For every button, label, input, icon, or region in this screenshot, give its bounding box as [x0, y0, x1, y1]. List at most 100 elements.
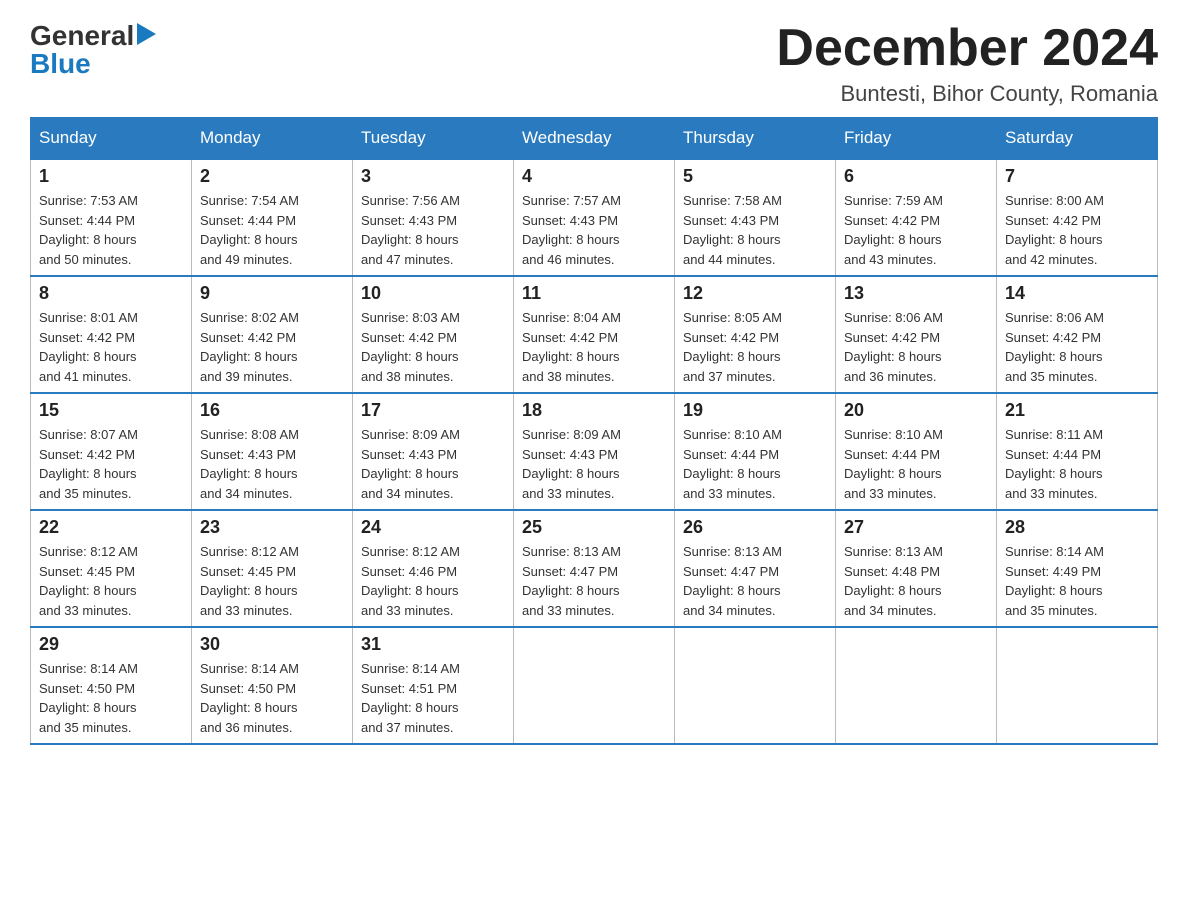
- day-number: 26: [683, 517, 827, 538]
- day-number: 16: [200, 400, 344, 421]
- calendar-cell: 17 Sunrise: 8:09 AMSunset: 4:43 PMDayligh…: [353, 393, 514, 510]
- day-number: 30: [200, 634, 344, 655]
- day-number: 9: [200, 283, 344, 304]
- day-number: 12: [683, 283, 827, 304]
- day-info: Sunrise: 8:14 AMSunset: 4:49 PMDaylight:…: [1005, 542, 1149, 620]
- calendar-week-row: 1Sunrise: 7:53 AMSunset: 4:44 PMDaylight…: [31, 159, 1158, 276]
- day-info: Sunrise: 8:14 AMSunset: 4:50 PMDaylight:…: [39, 659, 183, 737]
- day-number: 23: [200, 517, 344, 538]
- calendar-cell: 12Sunrise: 8:05 AMSunset: 4:42 PMDayligh…: [675, 276, 836, 393]
- calendar-header-monday: Monday: [192, 118, 353, 160]
- calendar-header-tuesday: Tuesday: [353, 118, 514, 160]
- day-number: 7: [1005, 166, 1149, 187]
- calendar-cell: 13 Sunrise: 8:06 AMSunset: 4:42 PMDayligh…: [836, 276, 997, 393]
- calendar-week-row: 22Sunrise: 8:12 AMSunset: 4:45 PMDayligh…: [31, 510, 1158, 627]
- calendar-cell: 27Sunrise: 8:13 AMSunset: 4:48 PMDayligh…: [836, 510, 997, 627]
- calendar-header-saturday: Saturday: [997, 118, 1158, 160]
- day-number: 29: [39, 634, 183, 655]
- calendar-cell: [675, 627, 836, 744]
- day-number: 17: [361, 400, 505, 421]
- calendar-cell: 1Sunrise: 7:53 AMSunset: 4:44 PMDaylight…: [31, 159, 192, 276]
- calendar-cell: 6 Sunrise: 7:59 AMSunset: 4:42 PMDaylight…: [836, 159, 997, 276]
- calendar-cell: 7Sunrise: 8:00 AMSunset: 4:42 PMDaylight…: [997, 159, 1158, 276]
- page-header: General Blue December 2024 Buntesti, Bih…: [30, 20, 1158, 107]
- calendar-cell: 18 Sunrise: 8:09 AMSunset: 4:43 PMDayligh…: [514, 393, 675, 510]
- calendar-cell: 9 Sunrise: 8:02 AMSunset: 4:42 PMDaylight…: [192, 276, 353, 393]
- day-number: 3: [361, 166, 505, 187]
- calendar-cell: 23 Sunrise: 8:12 AMSunset: 4:45 PMDayligh…: [192, 510, 353, 627]
- day-number: 20: [844, 400, 988, 421]
- day-info: Sunrise: 7:58 AMSunset: 4:43 PMDaylight:…: [683, 191, 827, 269]
- calendar-header-friday: Friday: [836, 118, 997, 160]
- title-section: December 2024 Buntesti, Bihor County, Ro…: [776, 20, 1158, 107]
- day-info: Sunrise: 7:59 AMSunset: 4:42 PMDaylight:…: [844, 191, 988, 269]
- calendar-cell: 26 Sunrise: 8:13 AMSunset: 4:47 PMDayligh…: [675, 510, 836, 627]
- day-number: 31: [361, 634, 505, 655]
- calendar-header-thursday: Thursday: [675, 118, 836, 160]
- day-info: Sunrise: 8:10 AMSunset: 4:44 PMDaylight:…: [844, 425, 988, 503]
- calendar-cell: 29 Sunrise: 8:14 AMSunset: 4:50 PMDayligh…: [31, 627, 192, 744]
- day-number: 10: [361, 283, 505, 304]
- calendar-cell: 3 Sunrise: 7:56 AMSunset: 4:43 PMDaylight…: [353, 159, 514, 276]
- calendar-cell: 22Sunrise: 8:12 AMSunset: 4:45 PMDayligh…: [31, 510, 192, 627]
- day-number: 4: [522, 166, 666, 187]
- day-info: Sunrise: 8:12 AMSunset: 4:45 PMDaylight:…: [39, 542, 183, 620]
- day-info: Sunrise: 8:08 AMSunset: 4:43 PMDaylight:…: [200, 425, 344, 503]
- day-info: Sunrise: 8:06 AMSunset: 4:42 PMDaylight:…: [844, 308, 988, 386]
- day-number: 13: [844, 283, 988, 304]
- day-info: Sunrise: 8:10 AMSunset: 4:44 PMDaylight:…: [683, 425, 827, 503]
- day-info: Sunrise: 7:57 AMSunset: 4:43 PMDaylight:…: [522, 191, 666, 269]
- calendar-cell: [836, 627, 997, 744]
- calendar-cell: 30Sunrise: 8:14 AMSunset: 4:50 PMDayligh…: [192, 627, 353, 744]
- day-number: 25: [522, 517, 666, 538]
- day-number: 19: [683, 400, 827, 421]
- day-number: 5: [683, 166, 827, 187]
- day-number: 15: [39, 400, 183, 421]
- day-info: Sunrise: 8:09 AMSunset: 4:43 PMDaylight:…: [361, 425, 505, 503]
- day-number: 8: [39, 283, 183, 304]
- calendar-header-sunday: Sunday: [31, 118, 192, 160]
- calendar-header-wednesday: Wednesday: [514, 118, 675, 160]
- day-info: Sunrise: 8:07 AMSunset: 4:42 PMDaylight:…: [39, 425, 183, 503]
- day-info: Sunrise: 8:13 AMSunset: 4:47 PMDaylight:…: [683, 542, 827, 620]
- day-info: Sunrise: 7:56 AMSunset: 4:43 PMDaylight:…: [361, 191, 505, 269]
- calendar-cell: 20 Sunrise: 8:10 AMSunset: 4:44 PMDayligh…: [836, 393, 997, 510]
- month-title: December 2024: [776, 20, 1158, 77]
- day-info: Sunrise: 8:02 AMSunset: 4:42 PMDaylight:…: [200, 308, 344, 386]
- day-info: Sunrise: 8:14 AMSunset: 4:51 PMDaylight:…: [361, 659, 505, 737]
- calendar-cell: [997, 627, 1158, 744]
- day-info: Sunrise: 7:54 AMSunset: 4:44 PMDaylight:…: [200, 191, 344, 269]
- calendar-week-row: 29 Sunrise: 8:14 AMSunset: 4:50 PMDayligh…: [31, 627, 1158, 744]
- calendar-cell: 16 Sunrise: 8:08 AMSunset: 4:43 PMDayligh…: [192, 393, 353, 510]
- day-info: Sunrise: 8:09 AMSunset: 4:43 PMDaylight:…: [522, 425, 666, 503]
- calendar-cell: 4 Sunrise: 7:57 AMSunset: 4:43 PMDaylight…: [514, 159, 675, 276]
- calendar-cell: 10Sunrise: 8:03 AMSunset: 4:42 PMDayligh…: [353, 276, 514, 393]
- calendar-week-row: 8Sunrise: 8:01 AMSunset: 4:42 PMDaylight…: [31, 276, 1158, 393]
- day-info: Sunrise: 8:04 AMSunset: 4:42 PMDaylight:…: [522, 308, 666, 386]
- day-number: 1: [39, 166, 183, 187]
- calendar-cell: [514, 627, 675, 744]
- day-number: 14: [1005, 283, 1149, 304]
- calendar-cell: 24Sunrise: 8:12 AMSunset: 4:46 PMDayligh…: [353, 510, 514, 627]
- calendar-cell: 15 Sunrise: 8:07 AMSunset: 4:42 PMDayligh…: [31, 393, 192, 510]
- location-title: Buntesti, Bihor County, Romania: [776, 81, 1158, 107]
- calendar-cell: 2 Sunrise: 7:54 AMSunset: 4:44 PMDaylight…: [192, 159, 353, 276]
- calendar-header-row: SundayMondayTuesdayWednesdayThursdayFrid…: [31, 118, 1158, 160]
- day-number: 11: [522, 283, 666, 304]
- calendar-table: SundayMondayTuesdayWednesdayThursdayFrid…: [30, 117, 1158, 745]
- day-info: Sunrise: 8:11 AMSunset: 4:44 PMDaylight:…: [1005, 425, 1149, 503]
- day-info: Sunrise: 8:12 AMSunset: 4:45 PMDaylight:…: [200, 542, 344, 620]
- calendar-cell: 19 Sunrise: 8:10 AMSunset: 4:44 PMDayligh…: [675, 393, 836, 510]
- logo-triangle-icon: [137, 23, 156, 45]
- day-number: 6: [844, 166, 988, 187]
- calendar-cell: 25 Sunrise: 8:13 AMSunset: 4:47 PMDayligh…: [514, 510, 675, 627]
- calendar-cell: 28Sunrise: 8:14 AMSunset: 4:49 PMDayligh…: [997, 510, 1158, 627]
- day-number: 2: [200, 166, 344, 187]
- day-info: Sunrise: 8:13 AMSunset: 4:47 PMDaylight:…: [522, 542, 666, 620]
- day-number: 18: [522, 400, 666, 421]
- calendar-cell: 21Sunrise: 8:11 AMSunset: 4:44 PMDayligh…: [997, 393, 1158, 510]
- day-info: Sunrise: 8:12 AMSunset: 4:46 PMDaylight:…: [361, 542, 505, 620]
- calendar-cell: 11 Sunrise: 8:04 AMSunset: 4:42 PMDayligh…: [514, 276, 675, 393]
- logo: General Blue: [30, 20, 156, 80]
- calendar-cell: 5 Sunrise: 7:58 AMSunset: 4:43 PMDaylight…: [675, 159, 836, 276]
